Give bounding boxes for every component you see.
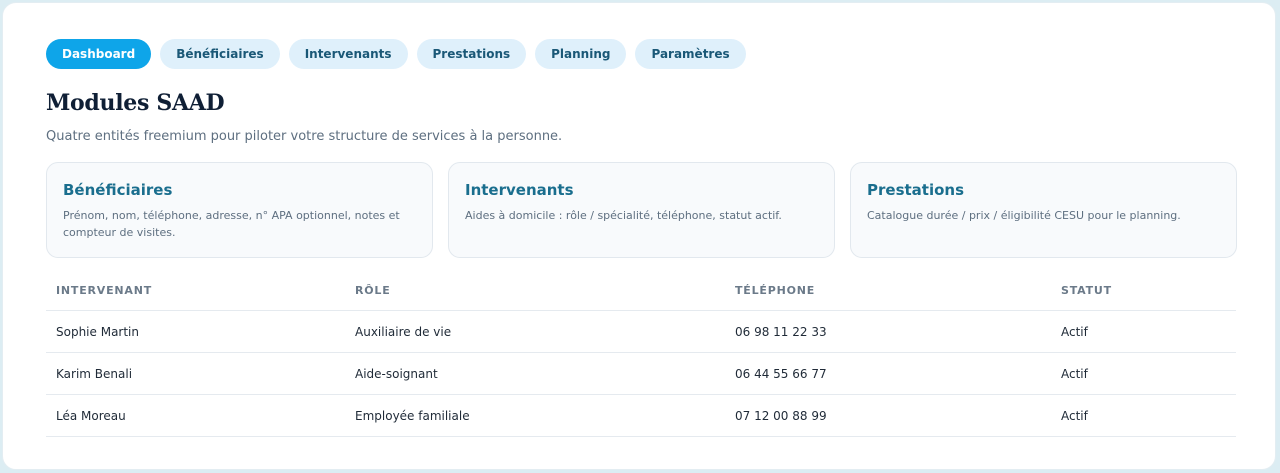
card-title: Bénéficiaires [63,181,173,199]
card-description: Catalogue durée / prix / éligibilité CES… [867,209,1181,222]
table-row: Sophie Martin Auxiliaire de vie 06 98 11… [46,311,1236,353]
main-panel: Dashboard Bénéficiaires Intervenants Pre… [2,2,1276,470]
table-row: Léa Moreau Employée familiale 07 12 00 8… [46,395,1236,437]
card-title: Intervenants [465,181,574,199]
card-description: Prénom, nom, téléphone, adresse, n° APA … [63,209,400,239]
nav-tabs: Dashboard Bénéficiaires Intervenants Pre… [46,39,746,69]
card-title: Prestations [867,181,965,199]
tab-prestations[interactable]: Prestations [416,39,527,69]
column-header-role: RÔLE [355,284,391,297]
cell-name: Karim Benali [56,366,133,381]
cell-name: Sophie Martin [56,324,139,339]
card-prestations: Prestations Catalogue durée / prix / éli… [850,162,1237,258]
tab-dashboard[interactable]: Dashboard [46,39,152,69]
cell-role: Auxiliaire de vie [355,324,452,339]
column-header-statut: STATUT [1061,284,1112,297]
cell-status: Actif [1061,324,1088,339]
cell-status: Actif [1061,408,1088,423]
card-intervenants: Intervenants Aides à domicile : rôle / s… [448,162,835,258]
column-header-intervenant: INTERVENANT [56,284,153,297]
column-header-telephone: TÉLÉPHONE [735,284,816,297]
intervenants-table: INTERVENANT RÔLE TÉLÉPHONE STATUT Sophie… [46,271,1236,437]
page-title: Modules SAAD [46,90,225,116]
cell-phone: 06 44 55 66 77 [735,366,827,381]
card-beneficiaires: Bénéficiaires Prénom, nom, téléphone, ad… [46,162,433,258]
tab-beneficiaires[interactable]: Bénéficiaires [160,39,280,69]
cell-role: Employée familiale [355,408,470,423]
tab-planning[interactable]: Planning [535,39,627,69]
cell-name: Léa Moreau [56,408,126,423]
tab-parametres[interactable]: Paramètres [635,39,746,69]
page-subtitle: Quatre entités freemium pour piloter vot… [46,129,563,144]
card-description: Aides à domicile : rôle / spécialité, té… [465,209,782,222]
cell-phone: 06 98 11 22 33 [735,324,827,339]
cell-status: Actif [1061,366,1088,381]
cell-role: Aide-soignant [355,366,438,381]
tab-intervenants[interactable]: Intervenants [288,39,408,69]
cell-phone: 07 12 00 88 99 [735,408,827,423]
module-cards: Bénéficiaires Prénom, nom, téléphone, ad… [46,162,1237,258]
table-header-row: INTERVENANT RÔLE TÉLÉPHONE STATUT [46,271,1236,311]
table-row: Karim Benali Aide-soignant 06 44 55 66 7… [46,353,1236,395]
